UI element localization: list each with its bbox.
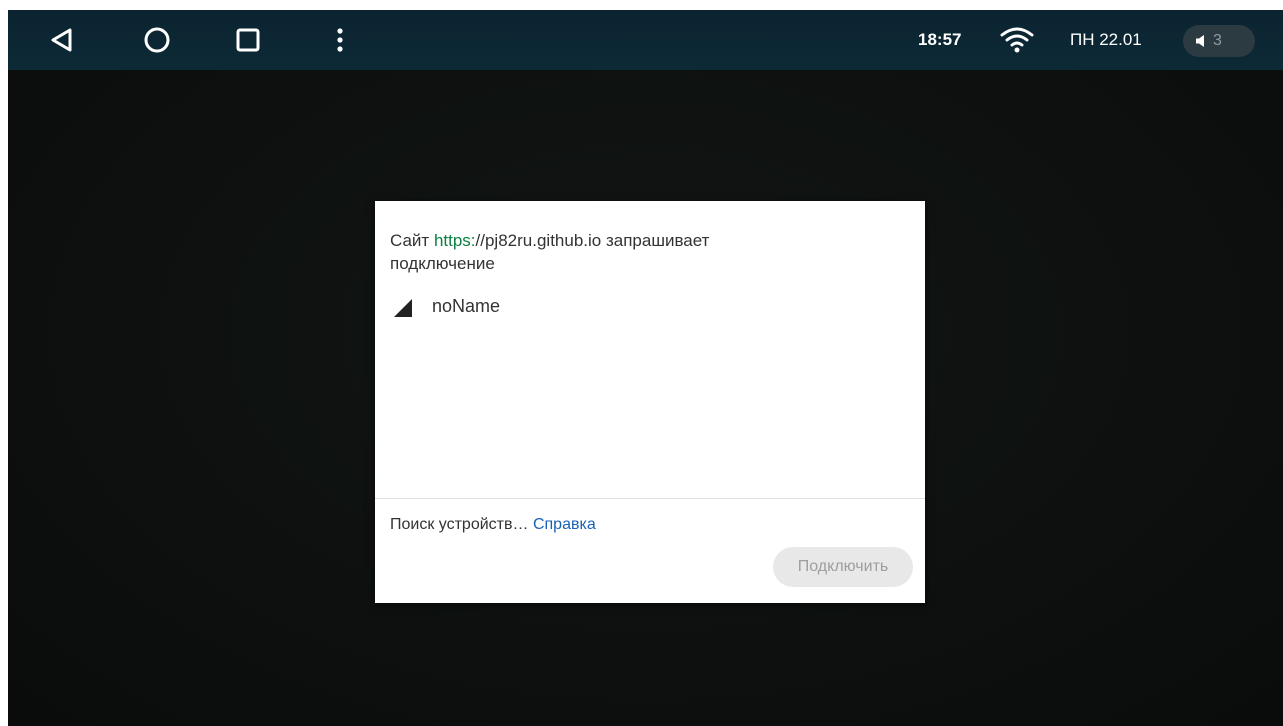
recents-square-icon: [236, 28, 260, 52]
volume-level: 3: [1213, 32, 1222, 49]
signal-strength-icon: [394, 299, 412, 317]
home-circle-icon: [144, 27, 170, 53]
origin-host: //pj82ru.github.io: [475, 231, 602, 250]
back-triangle-icon: [51, 28, 72, 52]
title-prefix: Сайт: [390, 231, 434, 250]
connect-button[interactable]: Подключить: [773, 547, 913, 587]
back-button[interactable]: [44, 22, 80, 58]
home-button[interactable]: [139, 22, 175, 58]
overflow-menu-icon: [337, 28, 343, 52]
origin-scheme: https:: [433, 231, 476, 250]
device-list-item[interactable]: noName: [375, 291, 925, 325]
recents-button[interactable]: [230, 22, 266, 58]
clock: 18:57: [918, 30, 962, 49]
volume-icon: [1196, 35, 1204, 47]
date: ПН 22.01: [1070, 30, 1142, 49]
dialog-title: Сайт https://pj82ru.github.io запрашивае…: [390, 229, 810, 275]
screen: 18:57 ПН 22.01 3 Сайт https://pj82ru.git…: [8, 10, 1283, 726]
overflow-menu-button[interactable]: [322, 22, 358, 58]
help-link[interactable]: Справка: [533, 516, 596, 533]
divider: [375, 498, 925, 499]
bluetooth-chooser-dialog: Сайт https://pj82ru.github.io запрашивае…: [375, 201, 925, 603]
scanning-status: Поиск устройств…: [390, 516, 529, 533]
status-bar: 18:57 ПН 22.01 3: [8, 10, 1283, 70]
dialog-footer: Поиск устройств… Справка: [390, 516, 596, 534]
wifi-icon: [1000, 27, 1034, 53]
volume-button[interactable]: 3: [1183, 25, 1255, 57]
device-name: noName: [432, 296, 501, 316]
